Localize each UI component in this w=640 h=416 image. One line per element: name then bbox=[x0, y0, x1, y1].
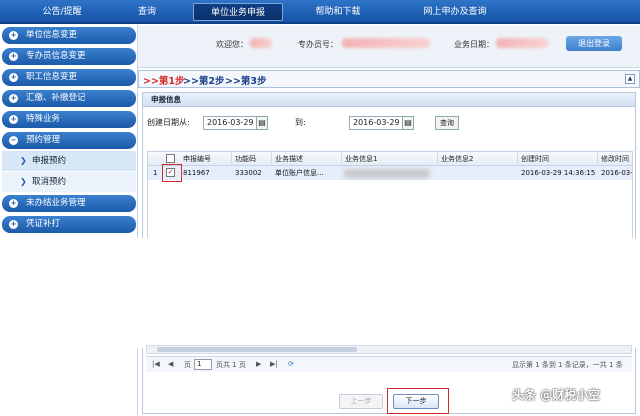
arrow-right-icon: ❯ bbox=[20, 177, 27, 186]
calendar-icon[interactable]: ▤ bbox=[402, 116, 414, 130]
sidebar-item-employee-info[interactable]: + 职工信息变更 bbox=[2, 69, 136, 86]
sidebar-item-label: 专办员信息变更 bbox=[26, 51, 86, 61]
col-header: 业务信息2 bbox=[438, 152, 518, 166]
tab-online-apply[interactable]: 网上申办及查询 bbox=[400, 3, 510, 21]
expand-icon: + bbox=[9, 94, 18, 103]
logout-button[interactable]: 退出登录 bbox=[566, 36, 622, 51]
row-index: 1 bbox=[153, 169, 158, 177]
page-total: 页共 1 页 bbox=[216, 361, 246, 369]
cell-desc: 单位账户信息... bbox=[275, 169, 324, 177]
expand-icon: + bbox=[9, 115, 18, 124]
table-row[interactable]: 1 ✓ 811967 333002 单位账户信息... 2016-03-29 1… bbox=[148, 166, 633, 180]
cell-id: 811967 bbox=[183, 169, 210, 177]
expand-icon: + bbox=[9, 31, 18, 40]
step-indicator: >>第1步 >>第2步 >>第3步 ▲ bbox=[138, 70, 640, 88]
sidebar-item-label: 职工信息变更 bbox=[26, 72, 78, 82]
prev-page-icon[interactable]: ◀ bbox=[168, 360, 173, 368]
next-page-icon[interactable]: ▶ bbox=[256, 360, 261, 368]
cell-modified: 2016-03-2 bbox=[601, 169, 633, 177]
sidebar-item-label: 预约管理 bbox=[26, 135, 61, 145]
expand-icon: + bbox=[9, 52, 18, 61]
watermark: 头条 @财税小空 bbox=[512, 388, 601, 402]
arrow-right-icon: ❯ bbox=[20, 156, 27, 165]
step-3: >>第3步 bbox=[225, 76, 267, 87]
sidebar-sub-cancel-appointment[interactable]: ❯ 取消预约 bbox=[2, 172, 136, 192]
cell-created: 2016-03-29 14:36:15 bbox=[521, 169, 596, 177]
blank-area bbox=[136, 238, 640, 348]
refresh-icon[interactable]: ⟳ bbox=[288, 360, 294, 368]
redacted-agent-id bbox=[342, 38, 430, 48]
sidebar-item-special[interactable]: + 特殊业务 bbox=[2, 111, 136, 128]
last-page-icon[interactable]: ▶| bbox=[270, 360, 278, 368]
sidebar-item-label: 凭证补打 bbox=[26, 219, 61, 229]
redacted-date bbox=[496, 38, 548, 48]
col-header: 创建时间 bbox=[518, 152, 598, 166]
checkbox-highlight bbox=[162, 164, 182, 182]
header-info-bar: 欢迎您： 专办员号： 业务日期： 退出登录 bbox=[138, 26, 640, 68]
horizontal-scrollbar[interactable] bbox=[146, 345, 632, 354]
tab-query[interactable]: 查询 bbox=[118, 3, 176, 21]
sidebar-item-payment-register[interactable]: + 汇缴、补缴登记 bbox=[2, 90, 136, 107]
expand-icon: + bbox=[9, 199, 18, 208]
query-button[interactable]: 查询 bbox=[435, 116, 459, 130]
welcome-label: 欢迎您： bbox=[216, 40, 248, 49]
sidebar-item-unfinished[interactable]: + 未办结业务管理 bbox=[2, 195, 136, 212]
sidebar-sub-label: 取消预约 bbox=[32, 177, 67, 187]
grid-header: 申报编号 功能码 业务描述 业务信息1 业务信息2 创建时间 修改时间 bbox=[148, 152, 632, 166]
from-date-label: 创建日期从: bbox=[147, 118, 190, 127]
redacted-info bbox=[344, 169, 430, 178]
page-label: 页 bbox=[184, 361, 191, 369]
sidebar-item-label: 单位信息变更 bbox=[26, 30, 78, 40]
sidebar-item-reprint[interactable]: + 凭证补打 bbox=[2, 216, 136, 233]
expand-icon: + bbox=[9, 73, 18, 82]
col-header: 修改时间 bbox=[598, 152, 632, 166]
select-all-checkbox[interactable] bbox=[166, 154, 175, 163]
tab-help[interactable]: 帮助和下载 bbox=[300, 3, 376, 21]
pager: |◀ ◀ 页 1 页共 1 页 ▶ ▶| ⟳ 显示第 1 条到 1 条记录，一共… bbox=[146, 356, 632, 372]
col-header: 申报编号 bbox=[180, 152, 232, 166]
expand-icon: + bbox=[9, 220, 18, 229]
first-page-icon[interactable]: |◀ bbox=[152, 360, 160, 368]
sidebar-item-appointment[interactable]: − 预约管理 bbox=[2, 132, 136, 149]
calendar-icon[interactable]: ▤ bbox=[256, 116, 268, 130]
prev-step-button[interactable]: 上一步 bbox=[339, 394, 383, 409]
collapse-icon: − bbox=[9, 136, 18, 145]
tab-unit-declare[interactable]: 单位业务申报 bbox=[193, 3, 283, 21]
col-header: 业务信息1 bbox=[342, 152, 438, 166]
to-date-label: 到: bbox=[295, 118, 306, 127]
col-header: 功能码 bbox=[232, 152, 272, 166]
tab-notice[interactable]: 公告/提醒 bbox=[20, 3, 104, 21]
sidebar-item-label: 特殊业务 bbox=[26, 114, 61, 124]
date-label: 业务日期： bbox=[454, 40, 494, 49]
top-nav: 公告/提醒 查询 单位业务申报 帮助和下载 网上申办及查询 bbox=[0, 0, 640, 24]
from-date-input[interactable]: 2016-03-29 bbox=[203, 116, 257, 130]
scroll-thumb[interactable] bbox=[157, 347, 357, 352]
sidebar: + 单位信息变更 + 专办员信息变更 + 职工信息变更 + 汇缴、补缴登记 + … bbox=[0, 24, 138, 416]
col-header: 业务描述 bbox=[272, 152, 342, 166]
next-button-highlight bbox=[387, 388, 449, 414]
sidebar-item-label: 未办结业务管理 bbox=[26, 198, 86, 208]
sidebar-item-agent-info[interactable]: + 专办员信息变更 bbox=[2, 48, 136, 65]
panel-title: 申报信息 bbox=[143, 93, 635, 107]
step-1: >>第1步 bbox=[143, 76, 185, 87]
sidebar-sub-label: 申报预约 bbox=[32, 156, 67, 166]
cell-code: 333002 bbox=[235, 169, 262, 177]
agent-label: 专办员号： bbox=[298, 40, 338, 49]
sidebar-sub-declare-appointment[interactable]: ❯ 申报预约 bbox=[2, 151, 136, 171]
sidebar-item-unit-info[interactable]: + 单位信息变更 bbox=[2, 27, 136, 44]
collapse-up-icon[interactable]: ▲ bbox=[625, 74, 635, 84]
step-2: >>第2步 bbox=[183, 76, 225, 87]
redacted-name bbox=[250, 38, 272, 48]
pager-summary: 显示第 1 条到 1 条记录，一共 1 条 bbox=[512, 361, 623, 369]
page-input[interactable]: 1 bbox=[194, 359, 212, 370]
sidebar-item-label: 汇缴、补缴登记 bbox=[26, 93, 86, 103]
to-date-input[interactable]: 2016-03-29 bbox=[349, 116, 403, 130]
